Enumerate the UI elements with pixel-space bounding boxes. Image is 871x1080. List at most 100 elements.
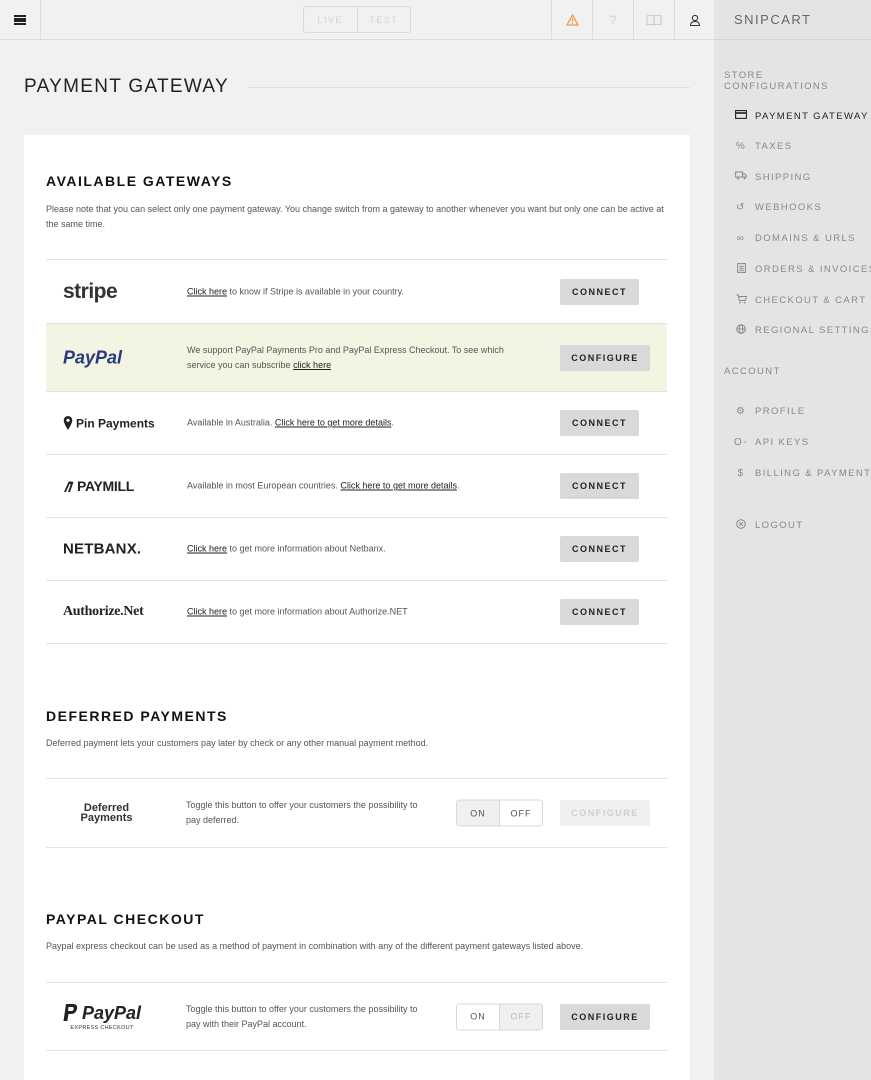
deferred-logo-line2: Payments (80, 812, 133, 824)
sidebar-item-label: DOMAINS & URLS (755, 233, 856, 244)
deferred-payments-row: Deferred Payments Toggle this button to … (46, 778, 667, 848)
pin-details-link[interactable]: Click here to get more details (275, 418, 392, 428)
sidebar-item-taxes[interactable]: % TAXES (734, 141, 792, 152)
hamburger-menu-icon (14, 15, 26, 25)
paypal-checkout-text: Toggle this button to offer your custome… (186, 1003, 418, 1029)
mode-test[interactable]: TEST (356, 7, 411, 32)
deferred-configure-button[interactable]: CONFIGURE (560, 800, 650, 826)
mode-live[interactable]: LIVE (304, 7, 357, 32)
sidebar-item-api-keys[interactable]: O- API KEYS (734, 437, 810, 448)
netbanx-logo: NETBANX. (63, 540, 142, 558)
dollar-icon: $ (737, 468, 745, 479)
pin-marker-icon (63, 416, 73, 430)
paypal-configure-button[interactable]: CONFIGURE (560, 344, 650, 371)
netbanx-connect-button[interactable]: CONNECT (560, 536, 639, 562)
pin-connect-button[interactable]: CONNECT (560, 410, 639, 436)
sidebar-item-shipping[interactable]: SHIPPING (734, 171, 812, 183)
stripe-info-link[interactable]: Click here (187, 286, 227, 296)
stripe-logo: stripe (63, 279, 118, 303)
paypal-checkout-configure-button[interactable]: CONFIGURE (560, 1003, 650, 1030)
gateway-row-netbanx: NETBANX. Click here to get more informat… (46, 517, 667, 580)
paypal-subscribe-link[interactable]: click here (293, 360, 331, 370)
paymill-details-link[interactable]: Click here to get more details (340, 481, 457, 491)
gateway-row-paypal: PayPal We support PayPal Payments Pro an… (46, 323, 667, 391)
hook-icon: ↺ (736, 202, 746, 213)
warning-icon[interactable] (551, 0, 592, 40)
percent-icon: % (735, 141, 747, 152)
sidebar-item-label: CHECKOUT & CART (755, 295, 867, 306)
sidebar-item-orders-invoices[interactable]: ORDERS & INVOICES (734, 263, 871, 276)
paymill-connect-button[interactable]: CONNECT (560, 473, 639, 499)
gateway-text-end: . (456, 480, 460, 491)
truck-icon (734, 171, 748, 183)
top-icons: ? (551, 0, 715, 40)
sidebar: SNIPCART STORE CONFIGURATIONS PAYMENT GA… (714, 0, 871, 1080)
sidebar-item-label: API KEYS (755, 437, 810, 448)
sidebar-item-label: SHIPPING (755, 171, 812, 183)
pin-payments-logo: Pin Payments (63, 416, 155, 431)
gateway-text: We support PayPal Payments Pro and PayPa… (187, 343, 512, 373)
sidebar-item-payment-gateway[interactable]: PAYMENT GATEWAY (734, 110, 869, 122)
netbanx-info-link[interactable]: Click here (187, 544, 227, 554)
sidebar-item-logout[interactable]: LOGOUT (734, 519, 804, 532)
stripe-connect-button[interactable]: CONNECT (560, 278, 639, 305)
help-icon[interactable]: ? (592, 0, 633, 40)
sidebar-item-label: PROFILE (755, 406, 806, 417)
sidebar-item-profile[interactable]: ⚙ PROFILE (734, 406, 805, 417)
gateway-text-body: to get more information about Netbanx. (227, 543, 386, 554)
sidebar-item-webhooks[interactable]: ↺ WEBHOOKS (734, 202, 822, 213)
sidebar-item-label: PAYMENT GATEWAY (755, 110, 869, 122)
section-desc-gateways: Please note that you can select only one… (46, 204, 664, 229)
deferred-on-off-toggle[interactable]: ON OFF (456, 799, 543, 827)
deferred-text: Toggle this button to offer your custome… (186, 800, 418, 825)
section-title-gateways: AVAILABLE GATEWAYS (46, 173, 233, 189)
paypal-checkout-on-off-toggle[interactable]: ON OFF (456, 1003, 543, 1030)
section-title-deferred: DEFERRED PAYMENTS (46, 708, 228, 724)
paymill-logo: PAYMILL (63, 478, 134, 494)
gateway-text: Available in most European countries. Cl… (187, 479, 517, 494)
live-test-toggle[interactable]: LIVE TEST (303, 6, 411, 33)
gateway-row-authorize-net: Authorize.Net Click here to get more inf… (46, 580, 667, 644)
sidebar-item-billing-payments[interactable]: $ BILLING & PAYMENTS (734, 468, 871, 479)
brand-logo[interactable]: SNIPCART (714, 0, 871, 40)
sidebar-item-regional-settings[interactable]: REGIONAL SETTINGS (734, 324, 871, 337)
gateway-text-body: We support PayPal Payments Pro and PayPa… (187, 344, 504, 370)
sidebar-item-label: TAXES (755, 141, 793, 152)
gear-icon: ⚙ (735, 406, 747, 417)
section-desc-paypal-checkout: Paypal express checkout can be used as a… (46, 941, 584, 951)
paymill-mark-icon (64, 480, 74, 492)
sidebar-item-label: WEBHOOKS (755, 202, 823, 213)
gateway-text: Click here to know if Stripe is availabl… (187, 284, 517, 299)
deferred-payments-logo: Deferred Payments (69, 803, 144, 824)
toggle-on[interactable]: ON (457, 800, 499, 826)
link-icon: ∞ (736, 233, 746, 244)
authorize-info-link[interactable]: Click here (187, 607, 227, 617)
top-bar: LIVE TEST ? (0, 0, 714, 40)
sidebar-item-domains-urls[interactable]: ∞ DOMAINS & URLS (734, 233, 856, 244)
gateway-row-paymill: PAYMILL Available in most European count… (46, 454, 667, 517)
paypal-p-icon (63, 1004, 78, 1021)
section-store-configurations: STORE CONFIGURATIONS (724, 70, 829, 92)
menu-button[interactable] (0, 0, 41, 40)
sidebar-item-checkout-cart[interactable]: CHECKOUT & CART (734, 294, 866, 307)
user-icon[interactable] (674, 0, 715, 40)
paymill-logo-text: PAYMILL (77, 478, 135, 494)
section-desc-deferred: Deferred payment lets your customers pay… (46, 738, 429, 748)
authorize-net-logo: Authorize.Net (63, 604, 144, 619)
authorize-connect-button[interactable]: CONNECT (560, 599, 639, 625)
toggle-off[interactable]: OFF (499, 1004, 542, 1029)
gateway-row-stripe: stripe Click here to know if Stripe is a… (46, 259, 667, 323)
toggle-on[interactable]: ON (457, 1004, 499, 1029)
gateway-text-body: Available in Australia. (187, 417, 275, 428)
pin-payments-logo-text: Pin Payments (76, 416, 155, 430)
sidebar-item-label: REGIONAL SETTINGS (755, 325, 871, 336)
section-account: ACCOUNT (724, 366, 781, 377)
gateway-text-body: to know if Stripe is available in your c… (227, 286, 404, 296)
docs-book-icon[interactable] (633, 0, 674, 40)
toggle-off[interactable]: OFF (499, 800, 542, 826)
gateway-row-pin-payments: Pin Payments Available in Australia. Cli… (46, 391, 667, 454)
gateway-text-body: Available in most European countries. (187, 480, 341, 491)
gateway-text-body: to get more information about Authorize.… (227, 606, 408, 617)
title-divider (248, 87, 690, 88)
page-title: PAYMENT GATEWAY (24, 76, 229, 97)
